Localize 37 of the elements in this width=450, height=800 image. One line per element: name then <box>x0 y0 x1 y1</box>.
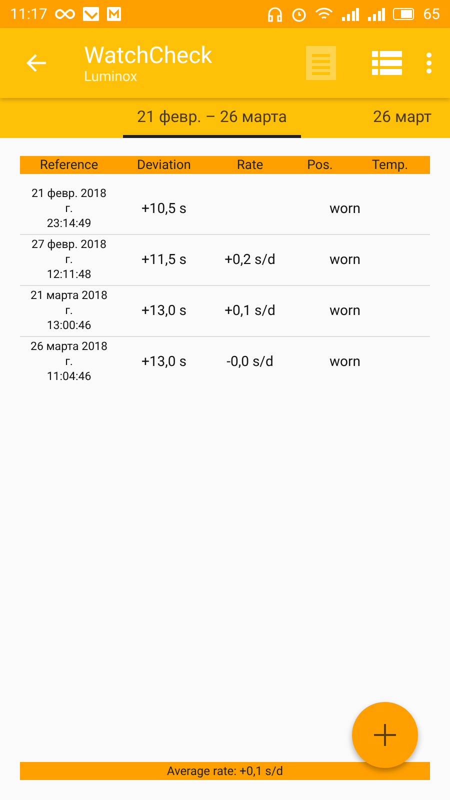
table-cell-text: +13,0 s <box>140 354 188 370</box>
column-header: Pos. <box>306 158 334 172</box>
table-cell-text: 27 февр. 2018 г. 12:11:48 <box>30 237 108 282</box>
table-cell-text: +11,5 s <box>140 252 188 268</box>
column-header: Reference <box>38 158 100 172</box>
battery-percent: 65 <box>423 5 440 23</box>
infinity-icon <box>55 9 76 19</box>
column-header: Deviation <box>136 158 192 172</box>
status-time: 11:17 <box>10 5 48 23</box>
table-cell-text: -0,0 s/d <box>226 354 274 370</box>
table-cell-text: worn <box>328 354 362 370</box>
table-cell-text: 21 февр. 2018 г. 23:14:49 <box>30 186 108 231</box>
wifi-icon <box>315 7 334 21</box>
table-cell-text: +0,1 s/d <box>224 302 276 318</box>
table-cell-text: worn <box>328 302 362 318</box>
signal-icon <box>341 7 360 21</box>
date-range-tab[interactable]: 26 март <box>359 98 446 138</box>
average-rate: Average rate: +0,1 s/d <box>166 764 284 778</box>
table-cell-text: +0,2 s/d <box>224 252 276 268</box>
table-cell-text: +13,0 s <box>140 302 188 318</box>
battery-icon <box>393 8 416 20</box>
signal-icon <box>367 7 386 21</box>
app-subtitle: Luminox <box>84 68 138 84</box>
alarm-icon <box>291 6 308 22</box>
plus-icon <box>374 724 396 746</box>
headphones-icon <box>267 6 284 22</box>
date-range-tab[interactable]: 21 февр. – 26 марта <box>123 98 301 138</box>
table-cell-text: worn <box>328 200 362 216</box>
app-title: WatchCheck <box>84 42 214 68</box>
column-header: Rate <box>236 158 264 172</box>
table-cell-text: +10,5 s <box>140 200 188 216</box>
add-button[interactable] <box>352 702 418 768</box>
column-header: Temp. <box>370 158 410 172</box>
table-cell-text: 26 марта 2018 г. 11:04:46 <box>30 339 108 384</box>
table-cell-text: 21 марта 2018 г. 13:00:46 <box>30 288 108 333</box>
table-cell-text: worn <box>328 252 362 268</box>
mail-icon <box>107 7 122 21</box>
